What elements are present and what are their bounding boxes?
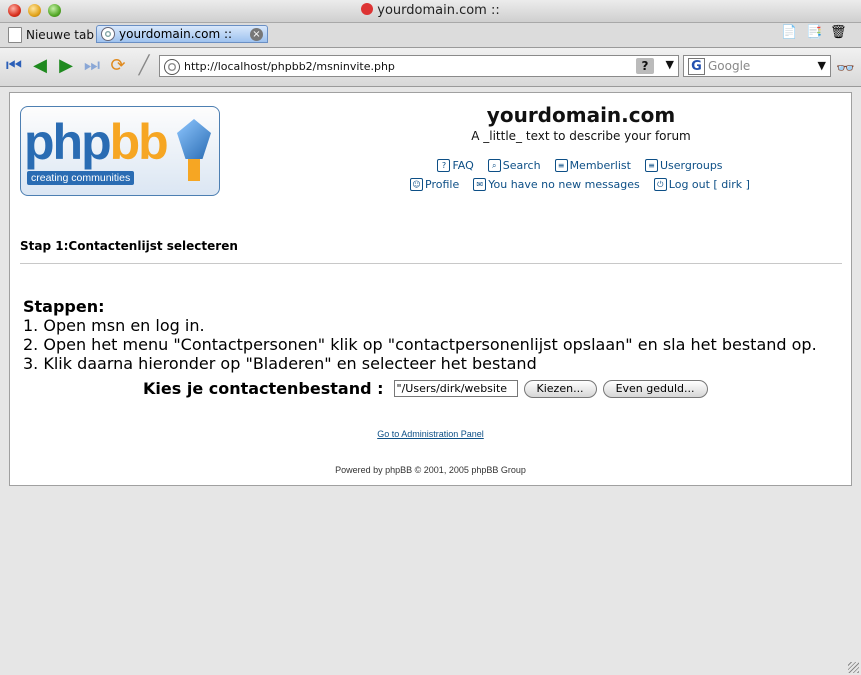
tab-bar: Nieuwe tab yourdomain.com :: × 📄 📑 🗑 [0,23,861,48]
globe-icon [101,27,115,41]
new-tab-icon [8,26,22,43]
stop-icon[interactable]: ╱ [134,56,154,76]
tab-active-label: yourdomain.com :: [119,27,233,41]
page-content: phpbb creating communities yourdomain.co… [9,92,852,486]
usergroups-icon: ≡ [644,159,658,172]
logo-tagline: creating communities [27,171,135,185]
url-dropdown-icon[interactable]: ▼ [666,58,674,71]
file-path-input[interactable]: "/Users/dirk/website [393,380,518,397]
first-page-icon[interactable]: ⏮ [4,56,24,76]
messages-icon: ✉ [473,178,487,191]
last-page-icon[interactable]: ⏭ [82,56,102,76]
choose-file-button[interactable]: Kiezen... [523,379,597,398]
step-item: 2. Open het menu "Contactpersonen" klik … [23,335,817,354]
header-links-row-2: ☺ Profile ✉ You have no new messages ⏻ Log … [340,178,820,191]
close-tab-icon[interactable]: × [250,28,263,41]
usergroups-label: Usergroups [659,159,723,172]
binoculars-icon[interactable]: 👓 [836,59,855,77]
site-title: yourdomain.com [486,103,676,127]
logout-link[interactable]: ⏻ Log out [ dirk ] [653,178,750,191]
forward-arrow-icon[interactable]: ▶ [56,56,76,76]
memberlist-label: Memberlist [569,159,631,172]
help-icon[interactable]: ? [636,58,654,74]
faq-link[interactable]: ? FAQ [437,159,474,172]
search-placeholder: Google [708,59,751,73]
memberlist-link[interactable]: ≡ Memberlist [554,159,631,172]
usergroups-link[interactable]: ≡ Usergroups [644,159,723,172]
steps-heading: Stappen: [23,297,105,316]
header-links-row-1: ? FAQ ⌕ Search ≡ Memberlist ≡ Usergroups [340,159,820,172]
trash-icon[interactable]: 🗑 [830,25,847,40]
logo-text-bb: bb [109,114,169,170]
window-titlebar: yourdomain.com :: [0,0,861,23]
faq-label: FAQ [452,159,474,172]
powered-by-text: Powered by phpBB © 2001, 2005 phpBB Grou… [335,465,526,475]
memberlist-icon: ≡ [554,159,568,172]
site-logo[interactable]: phpbb creating communities [20,106,220,196]
window-title: yourdomain.com :: [0,3,861,18]
tab-new-label: Nieuwe tab [26,27,94,42]
address-bar[interactable]: http://localhost/phpbb2/msninvite.php ? … [159,55,679,77]
logo-gem-base [188,159,200,181]
tab-active[interactable]: yourdomain.com :: × [96,25,268,43]
step-title: Stap 1:Contactenlijst selecteren [20,239,238,253]
search-label: Search [502,159,541,172]
logout-icon: ⏻ [653,178,667,191]
add-bookmark-icon[interactable]: 📑 [806,25,822,40]
step-item: 1. Open msn en log in. [23,316,205,335]
logo-text-php: php [24,114,112,170]
search-icon: ⌕ [487,159,501,172]
file-upload-row: Kies je contactenbestand : "/Users/dirk/… [143,379,708,398]
resize-grip-icon[interactable] [848,662,859,673]
search-bar[interactable]: G Google ▼ [683,55,831,77]
google-icon: G [688,58,705,75]
window-title-text: yourdomain.com :: [377,3,500,18]
admin-panel-link[interactable]: Go to Administration Panel [10,429,851,439]
url-site-icon [164,59,180,75]
logout-label: Log out [ dirk ] [668,178,750,191]
url-text: http://localhost/phpbb2/msninvite.php [184,59,395,73]
submit-wait-button[interactable]: Even geduld... [602,379,708,398]
tab-new[interactable]: Nieuwe tab [4,25,100,44]
file-label: Kies je contactenbestand : [143,379,384,398]
search-dropdown-icon[interactable]: ▼ [818,59,826,72]
profile-icon: ☺ [410,178,424,191]
divider [20,263,842,264]
profile-link[interactable]: ☺ Profile [410,178,459,191]
bookmarks-icon[interactable]: 📄 [781,25,797,40]
site-description: A _little_ text to describe your forum [471,129,691,143]
logo-gem-icon [177,119,211,159]
reload-icon[interactable]: ⟳ [108,56,128,76]
faq-icon: ? [437,159,451,172]
search-link[interactable]: ⌕ Search [487,159,541,172]
navigation-toolbar: ⏮ ◀ ▶ ⏭ ⟳ ╱ http://localhost/phpbb2/msni… [0,48,861,87]
steps-list: Stappen: 1. Open msn en log in. 2. Open … [23,297,817,373]
messages-link[interactable]: ✉ You have no new messages [473,178,640,191]
back-arrow-icon[interactable]: ◀ [30,56,50,76]
profile-label: Profile [425,178,460,191]
step-item: 3. Klik daarna hieronder op "Bladeren" e… [23,354,537,373]
logo-wordmark: phpbb [24,113,169,171]
messages-label: You have no new messages [488,178,640,191]
site-favicon-icon [361,3,374,15]
